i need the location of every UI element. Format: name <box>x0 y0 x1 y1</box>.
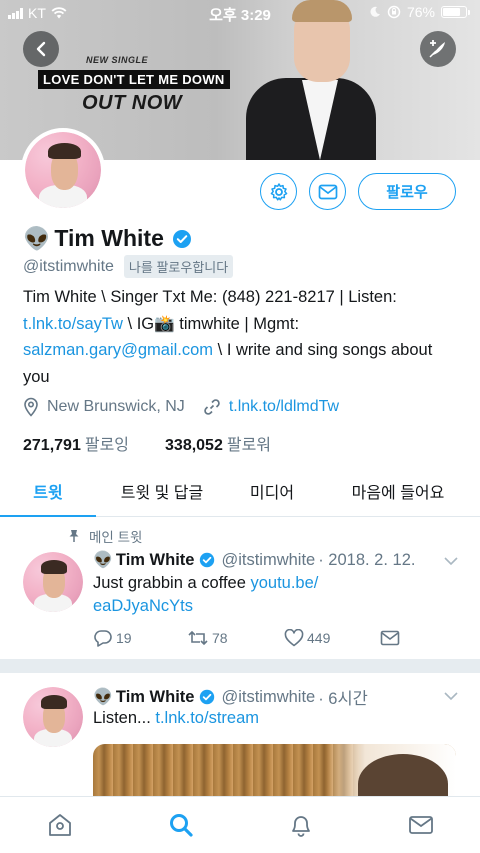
profile-name-row: 👽 Tim White <box>23 225 192 252</box>
tweet-text: Just grabbin a coffee youtu.be/ eaDJyaNc… <box>93 572 453 618</box>
envelope-icon <box>380 630 400 646</box>
link-icon <box>204 399 220 415</box>
battery-icon <box>441 6 467 18</box>
nav-messages[interactable] <box>407 811 435 839</box>
promo-out-now: OUT NOW <box>82 92 183 114</box>
follow-button[interactable]: 팔로우 <box>358 173 456 210</box>
bio-link-saytw[interactable]: t.lnk.to/sayTw <box>23 315 123 333</box>
chevron-left-icon <box>36 41 46 57</box>
location-text: New Brunswick, NJ <box>47 398 185 415</box>
retweet-count: 78 <box>212 630 228 646</box>
verified-badge-icon <box>200 689 215 705</box>
tweet-link[interactable]: t.lnk.to/stream <box>155 709 259 727</box>
share-dm-button[interactable] <box>380 630 400 646</box>
back-button[interactable] <box>23 31 59 67</box>
verified-badge-icon <box>172 229 191 248</box>
reply-count: 19 <box>116 630 132 646</box>
tweet-author-name[interactable]: Tim White <box>116 688 195 707</box>
tweet-header: 👽 Tim White @itstimwhite · 6시간 <box>93 685 368 709</box>
chevron-down-icon[interactable] <box>443 556 459 566</box>
tweet-link[interactable]: youtu.be/ <box>250 574 318 592</box>
nav-home[interactable] <box>46 811 74 839</box>
gear-icon <box>270 182 287 201</box>
tab-media[interactable]: 미디어 <box>228 466 316 516</box>
reply-button[interactable]: 19 <box>93 629 187 647</box>
tweet-avatar[interactable] <box>23 687 83 747</box>
search-icon <box>170 814 193 837</box>
status-bar: KT 오후 3:29 76% <box>0 0 480 26</box>
home-icon <box>49 814 71 836</box>
tweet-media-image[interactable] <box>93 744 456 804</box>
tweet-author-name[interactable]: Tim White <box>116 551 195 570</box>
chevron-down-icon[interactable] <box>443 691 459 701</box>
tweet-avatar[interactable] <box>23 552 83 612</box>
reply-icon <box>94 630 112 647</box>
tweet-author-handle: @itstimwhite <box>221 687 316 706</box>
tweet-body: Listen... <box>93 709 156 727</box>
compose-tweet-button[interactable] <box>420 31 456 67</box>
followers-count[interactable]: 338,052 <box>165 437 223 455</box>
tweet-header: 👽 Tim White @itstimwhite · 2018. 2. 12. <box>93 550 415 570</box>
settings-button[interactable] <box>260 173 297 210</box>
follows-you-badge: 나를 팔로우합니다 <box>123 255 234 278</box>
bio-text-2: \ IG📸 timwhite | Mgmt: <box>122 314 300 333</box>
followers-label[interactable]: 팔로워 <box>227 431 271 455</box>
heart-icon <box>284 629 304 647</box>
following-label[interactable]: 팔로잉 <box>85 431 129 455</box>
tweet-timestamp: · 2018. 2. 12. <box>318 550 416 569</box>
tweet-item[interactable]: 👽 Tim White @itstimwhite · 2018. 2. 12. … <box>0 540 480 658</box>
nav-notifications[interactable] <box>287 811 315 839</box>
tweet-author-handle: @itstimwhite <box>221 550 316 569</box>
following-count[interactable]: 271,791 <box>23 437 81 455</box>
retweet-icon <box>188 630 208 646</box>
promo-song-title: LOVE DON'T LET ME DOWN <box>38 70 230 89</box>
message-button[interactable] <box>309 173 346 210</box>
profile-handle: @itstimwhite <box>23 257 114 275</box>
alien-emoji: 👽 <box>93 552 113 569</box>
profile-avatar[interactable] <box>21 128 105 212</box>
retweet-button[interactable]: 78 <box>187 630 284 646</box>
feed-separator <box>0 659 480 673</box>
bell-icon <box>292 816 310 837</box>
profile-meta: New Brunswick, NJ t.lnk.to/ldlmdTw <box>23 397 357 417</box>
bottom-navigation <box>0 796 480 853</box>
envelope-icon <box>318 184 337 199</box>
nav-search[interactable] <box>167 811 195 839</box>
envelope-icon <box>409 816 433 834</box>
tweet-link-cont[interactable]: eaDJyaNcYts <box>93 597 193 615</box>
profile-handle-row: @itstimwhite 나를 팔로우합니다 <box>23 255 234 278</box>
tweet-timestamp: · 6시간 <box>318 690 368 708</box>
tab-likes[interactable]: 마음에 들어요 <box>316 466 480 516</box>
profile-stats: 271,791 팔로잉 338,052 팔로워 <box>23 431 307 455</box>
rotation-lock-icon <box>387 5 401 19</box>
alien-emoji: 👽 <box>93 689 113 706</box>
display-name: Tim White <box>54 225 164 251</box>
profile-tabs: 트윗 트윗 및 답글 미디어 마음에 들어요 <box>0 466 480 517</box>
moon-icon <box>370 6 380 17</box>
like-button[interactable]: 449 <box>284 629 380 647</box>
battery-percent: 76% <box>406 4 435 20</box>
tweet-actions: 19 78 449 <box>93 629 400 647</box>
bio-email-link[interactable]: salzman.gary@gmail.com <box>23 341 213 359</box>
tab-tweets-replies[interactable]: 트윗 및 답글 <box>96 466 228 516</box>
tweet-body: Just grabbin a coffee <box>93 574 251 592</box>
alien-emoji: 👽 <box>23 225 51 251</box>
feather-plus-icon <box>429 40 445 58</box>
location-pin-icon <box>24 397 38 417</box>
tab-tweets[interactable]: 트윗 <box>0 466 96 517</box>
promo-new-single: NEW SINGLE <box>86 55 149 65</box>
bio-text-1: Tim White \ Singer Txt Me: (848) 221-821… <box>23 288 397 306</box>
verified-badge-icon <box>200 552 215 568</box>
like-count: 449 <box>307 630 331 646</box>
profile-bio: Tim White \ Singer Txt Me: (848) 221-821… <box>23 284 463 390</box>
website-link[interactable]: t.lnk.to/ldlmdTw <box>229 398 339 416</box>
tweet-text: Listen... t.lnk.to/stream <box>93 707 453 730</box>
